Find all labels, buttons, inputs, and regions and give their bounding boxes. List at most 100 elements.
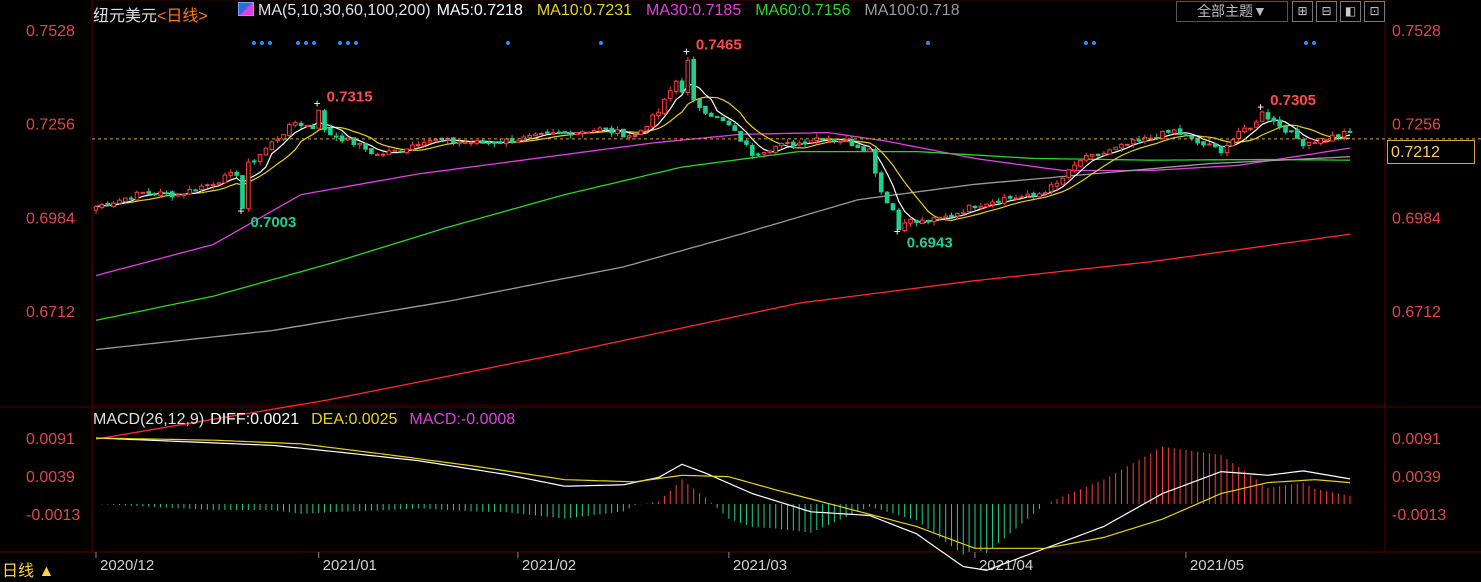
candle-body — [1253, 121, 1259, 128]
candle-body — [1183, 134, 1189, 137]
candle-body — [1037, 193, 1042, 198]
ma-line-ma30 — [95, 131, 1351, 277]
candle-body — [380, 153, 386, 156]
macd-title: MACD(26,12,9) — [93, 411, 205, 428]
ma-params: MA(5,10,30,60,100,200) — [258, 2, 431, 19]
candle-body — [767, 150, 773, 153]
candle-body — [1312, 142, 1318, 145]
candle-body — [1001, 196, 1007, 204]
candle-body — [1318, 138, 1324, 144]
y-tick-label-right: 0.7256 — [1392, 117, 1441, 134]
period-label: <日线> — [157, 8, 208, 25]
candle-body — [603, 127, 609, 130]
candle-body — [773, 145, 779, 153]
candle-body — [298, 122, 304, 127]
candle-body — [644, 126, 650, 131]
period-tab-daily[interactable]: 日线 ▲ — [2, 557, 54, 581]
layout-split-icon[interactable]: ⊟ — [1316, 1, 1337, 22]
x-tick-label: 2021/05 — [1190, 557, 1244, 574]
candle-body — [550, 132, 556, 135]
extreme-marker: + — [237, 204, 244, 218]
ma100-value: MA100:0.718 — [864, 2, 960, 19]
candle-body — [210, 184, 216, 187]
candle-body — [415, 144, 421, 147]
candle-body — [175, 194, 181, 197]
candle-body — [1324, 139, 1329, 142]
macd-hist-value: MACD:-0.0008 — [409, 411, 516, 428]
macd-y-tick-right: -0.0013 — [1392, 507, 1446, 524]
y-tick-label-left: 0.6712 — [26, 304, 75, 321]
candle-body — [820, 138, 825, 141]
candle-body — [779, 142, 784, 147]
extreme-marker: + — [314, 96, 321, 110]
candle-body — [503, 138, 509, 144]
candle-body — [1242, 127, 1247, 133]
candle-body — [984, 203, 990, 208]
candle-body — [667, 90, 673, 99]
candle-body — [146, 191, 152, 195]
candle-body — [749, 145, 755, 156]
candle-body — [1347, 130, 1353, 133]
candle-body — [1306, 141, 1312, 146]
candle-body — [925, 219, 931, 223]
candle-body — [855, 144, 861, 149]
candle-body — [621, 128, 626, 138]
candle-body — [93, 206, 99, 211]
layout-full-icon[interactable]: ⊡ — [1364, 1, 1385, 22]
candle-body — [1095, 153, 1101, 157]
candle-body — [632, 135, 638, 138]
ma-indicator-icon — [238, 2, 254, 16]
extreme-marker: + — [1257, 100, 1264, 114]
candle-body — [626, 135, 632, 138]
candle-body — [474, 140, 480, 144]
candle-body — [1218, 145, 1224, 154]
ma60-value: MA60:0.7156 — [755, 2, 851, 19]
candle-body — [556, 131, 562, 134]
candle-body — [1042, 192, 1048, 195]
candle-body — [410, 144, 415, 150]
signal-dot — [338, 41, 342, 45]
candle-body — [1142, 136, 1148, 142]
candle-body — [287, 123, 292, 137]
extreme-marker: + — [683, 45, 690, 59]
candle-body — [615, 129, 620, 134]
candle-body — [755, 153, 761, 156]
signal-dot — [346, 41, 350, 45]
symbol-title[interactable]: 纽元美元<日线> — [93, 2, 208, 25]
candle-body — [386, 150, 392, 155]
signal-dot — [312, 41, 316, 45]
candle-body — [1289, 130, 1294, 133]
x-tick-label: 2021/04 — [979, 557, 1033, 574]
candle-body — [1201, 141, 1206, 146]
candle-body — [878, 172, 884, 193]
candle-body — [515, 140, 521, 144]
candle-body — [462, 141, 468, 144]
candle-body — [738, 131, 743, 142]
candle-body — [580, 131, 585, 134]
signal-dot — [1304, 41, 1308, 45]
candle-body — [1171, 129, 1177, 134]
candle-body — [867, 148, 872, 153]
candle-body — [1277, 119, 1282, 127]
candle-body — [1300, 139, 1306, 147]
candle-body — [468, 142, 474, 145]
y-tick-label-left: 0.7256 — [26, 117, 75, 134]
candle-body — [392, 149, 398, 152]
candle-body — [837, 140, 843, 143]
candle-body — [597, 127, 603, 132]
candle-body — [943, 215, 948, 219]
ma-line-ma100 — [95, 156, 1351, 351]
candle-body — [1031, 192, 1036, 197]
layout-left-icon[interactable]: ◧ — [1340, 1, 1361, 22]
candle-body — [527, 135, 532, 138]
macd-diff-value: DIFF:0.0021 — [210, 411, 300, 428]
candle-body — [843, 138, 849, 141]
candle-body — [996, 200, 1001, 203]
theme-dropdown[interactable]: 全部主题▼ — [1176, 1, 1288, 22]
layout-grid-icon[interactable]: ⊞ — [1292, 1, 1313, 22]
candle-body — [1054, 182, 1060, 187]
candle-body — [480, 140, 486, 144]
candle-body — [105, 202, 111, 207]
candle-body — [908, 218, 913, 224]
candle-body — [205, 184, 210, 187]
